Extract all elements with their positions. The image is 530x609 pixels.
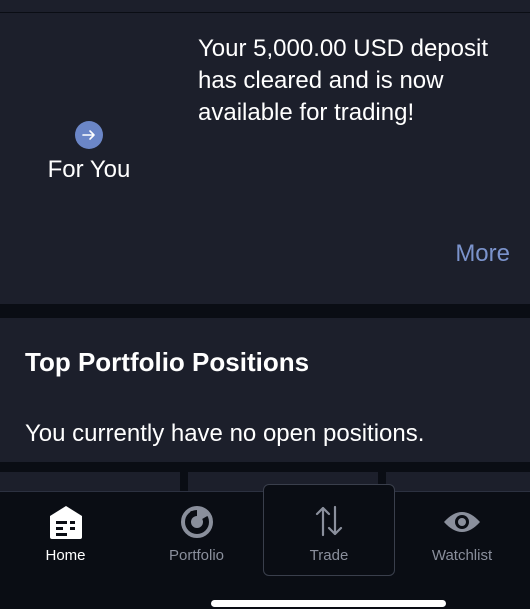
trade-icon <box>309 501 349 541</box>
tab-label: Home <box>45 547 86 564</box>
arrow-right-icon[interactable] <box>75 121 103 149</box>
more-link[interactable]: More <box>455 240 510 268</box>
for-you-section[interactable]: For You <box>0 13 178 304</box>
tab-label: Trade <box>309 547 349 564</box>
eye-icon <box>442 502 482 542</box>
tab-label: Watchlist <box>431 547 493 564</box>
tab-label: Portfolio <box>168 547 225 564</box>
tab-home[interactable]: Home <box>0 492 131 576</box>
next-card-partial <box>386 472 530 492</box>
for-you-card[interactable]: For You Your 5,000.00 USD deposit has cl… <box>0 13 530 304</box>
home-icon <box>46 502 86 542</box>
tab-portfolio[interactable]: Portfolio <box>131 492 262 576</box>
for-you-label: For You <box>47 156 131 183</box>
deposit-notification-text: Your 5,000.00 USD deposit has cleared an… <box>198 35 488 126</box>
tab-trade[interactable]: Trade <box>263 484 395 576</box>
empty-positions-text: You currently have no open positions. <box>25 420 425 447</box>
section-title: Top Portfolio Positions <box>25 347 310 377</box>
top-positions-card: Top Portfolio Positions You currently ha… <box>0 318 530 462</box>
next-card-partial <box>0 472 180 492</box>
portfolio-icon <box>177 502 217 542</box>
tab-watchlist[interactable]: Watchlist <box>394 492 530 576</box>
previous-card <box>0 0 530 12</box>
bottom-tab-bar: Home Portfolio Trade Watchlist <box>0 484 530 609</box>
home-indicator[interactable] <box>211 600 446 607</box>
app-screen: For You Your 5,000.00 USD deposit has cl… <box>0 0 530 609</box>
